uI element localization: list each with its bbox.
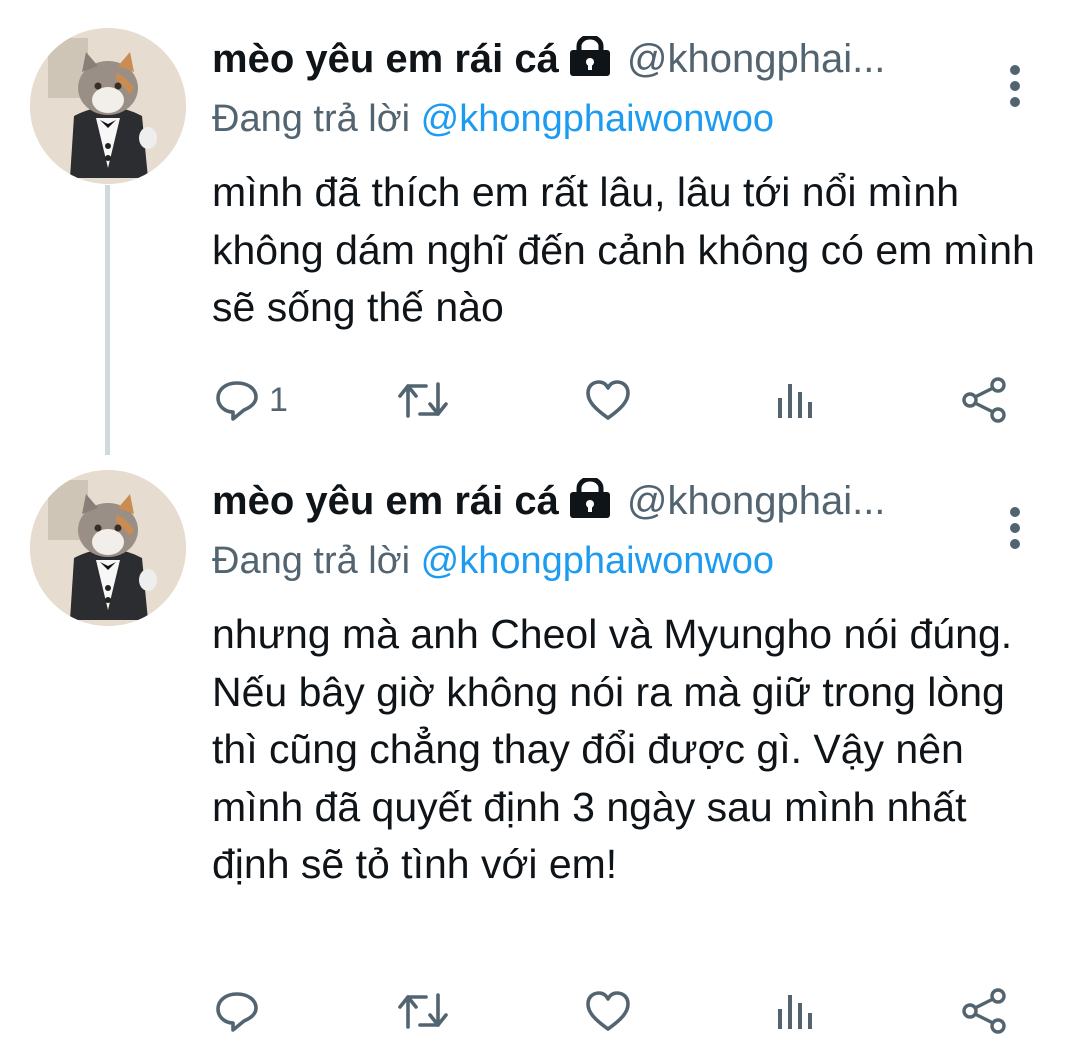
avatar-cat-image	[30, 470, 186, 626]
reply-icon	[213, 376, 261, 424]
tweet-text: nhưng mà anh Cheol và Myungho nói đúng. …	[212, 611, 1013, 887]
tweet-actions	[0, 981, 1080, 1041]
replying-to: Đang trả lời @khongphaiwonwoo	[212, 540, 774, 583]
replying-mention[interactable]: @khongphaiwonwoo	[421, 98, 774, 140]
avatar-cat-image	[30, 28, 186, 184]
tweet[interactable]: mèo yêu em rái cá @khongphai... Đang trả …	[0, 28, 1080, 448]
reply-icon	[213, 987, 261, 1035]
tweet-actions: 1	[0, 370, 1080, 430]
like-button[interactable]	[584, 370, 632, 430]
tweet[interactable]: mèo yêu em rái cá @khongphai... Đang trả …	[0, 470, 1080, 1040]
analytics-button[interactable]	[774, 981, 818, 1041]
retweet-icon	[396, 987, 450, 1035]
analytics-button[interactable]	[774, 370, 818, 430]
share-icon	[960, 987, 1008, 1035]
retweet-icon	[396, 376, 450, 424]
like-icon	[584, 987, 632, 1035]
avatar[interactable]	[30, 28, 186, 184]
replying-prefix: Đang trả lời	[212, 540, 411, 582]
tweet-text: mình đã thích em rất lâu, lâu tới nổi mì…	[212, 169, 1035, 330]
display-name[interactable]: mèo yêu em rái cá	[212, 479, 559, 523]
lock-icon	[567, 476, 613, 523]
share-button[interactable]	[960, 981, 1008, 1041]
reply-button[interactable]: 1	[213, 370, 288, 430]
replying-prefix: Đang trả lời	[212, 98, 411, 140]
retweet-button[interactable]	[396, 370, 450, 430]
like-button[interactable]	[584, 981, 632, 1041]
analytics-icon	[774, 376, 818, 424]
handle[interactable]: @khongphai...	[627, 479, 886, 523]
lock-icon	[567, 34, 613, 81]
share-icon	[960, 376, 1008, 424]
avatar[interactable]	[30, 470, 186, 626]
replying-to: Đang trả lời @khongphaiwonwoo	[212, 98, 774, 141]
analytics-icon	[774, 987, 818, 1035]
handle[interactable]: @khongphai...	[627, 37, 886, 81]
display-name[interactable]: mèo yêu em rái cá	[212, 37, 559, 81]
reply-count: 1	[269, 380, 288, 419]
like-icon	[584, 376, 632, 424]
more-vertical-icon[interactable]	[1003, 504, 1027, 552]
tweet-header: mèo yêu em rái cá @khongphai...	[212, 476, 1002, 542]
more-vertical-icon[interactable]	[1003, 62, 1027, 110]
retweet-button[interactable]	[396, 981, 450, 1041]
share-button[interactable]	[960, 370, 1008, 430]
replying-mention[interactable]: @khongphaiwonwoo	[421, 540, 774, 582]
reply-button[interactable]	[213, 981, 269, 1041]
tweet-header: mèo yêu em rái cá @khongphai...	[212, 34, 1002, 100]
